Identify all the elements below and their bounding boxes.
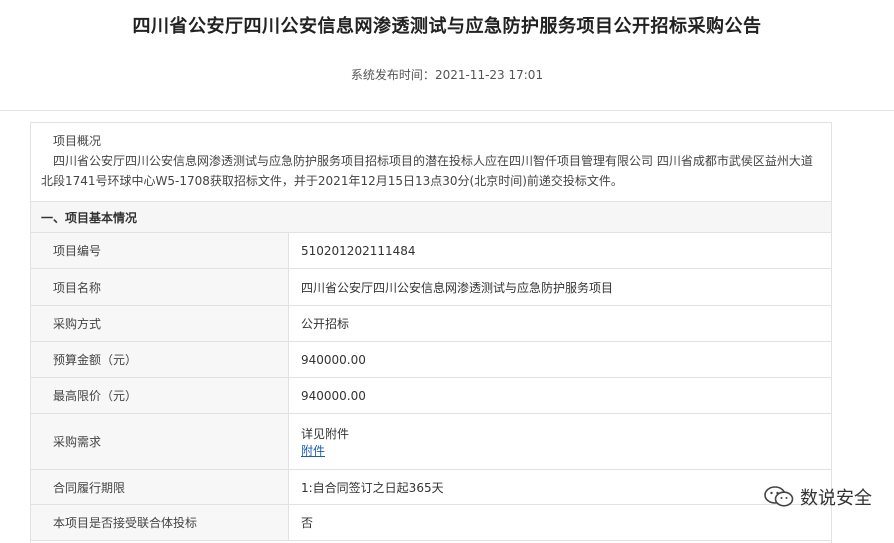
row-label: 本项目是否接受联合体投标 [31,505,289,540]
watermark-text: 数说安全 [800,488,872,509]
row-value: 否 [301,516,314,530]
table-row: 项目编号 510201202111484 [31,233,831,269]
table-row: 采购方式 公开招标 [31,306,831,342]
publish-time: 系统发布时间：2021-11-23 17:01 [0,66,894,83]
project-overview: 项目概况 四川省公安厅四川公安信息网渗透测试与应急防护服务项目招标项目的潜在投标… [41,131,821,191]
wechat-icon [764,486,794,507]
row-label: 项目名称 [31,269,289,305]
table-row: 本项目是否接受联合体投标 否 [31,505,831,541]
table-row: 最高限价（元） 940000.00 [31,378,831,414]
overview-title: 项目概况 [53,134,102,148]
row-label: 最高限价（元） [31,378,289,413]
row-label: 采购需求 [31,414,289,469]
watermark: 数说安全 [764,484,872,510]
row-value: 940000.00 [301,352,366,367]
requirement-text: 详见附件 [301,426,350,441]
row-value: 四川省公安厅四川公安信息网渗透测试与应急防护服务项目 [301,280,614,295]
row-value: 公开招标 [301,317,350,331]
row-value: 940000.00 [301,388,366,403]
section-basic-info-heading: 一、项目基本情况 [31,201,831,233]
header-divider [0,110,894,111]
overview-body: 四川省公安厅四川公安信息网渗透测试与应急防护服务项目招标项目的潜在投标人应在四川… [41,154,813,188]
publish-label: 系统发布时间： [350,68,435,82]
attachment-link[interactable]: 附件 [301,442,325,459]
table-row: 项目名称 四川省公安厅四川公安信息网渗透测试与应急防护服务项目 [31,269,831,306]
row-label: 采购方式 [31,306,289,341]
row-label: 预算金额（元） [31,342,289,377]
table-row: 预算金额（元） 940000.00 [31,342,831,378]
page-title: 四川省公安厅四川公安信息网渗透测试与应急防护服务项目公开招标采购公告 [132,16,762,37]
row-label: 项目编号 [31,233,289,268]
table-row: 合同履行期限 1:自合同签订之日起365天 [31,470,831,505]
table-row: 采购需求 详见附件 附件 [31,414,831,470]
row-label: 合同履行期限 [31,470,289,504]
publish-time-value: 2021-11-23 17:01 [434,68,544,82]
row-value: 1:自合同签订之日起365天 [301,480,444,495]
row-value: 详见附件 附件 [289,414,831,469]
row-value: 510201202111484 [301,243,416,258]
announcement-panel: 项目概况 四川省公安厅四川公安信息网渗透测试与应急防护服务项目招标项目的潜在投标… [30,122,832,543]
